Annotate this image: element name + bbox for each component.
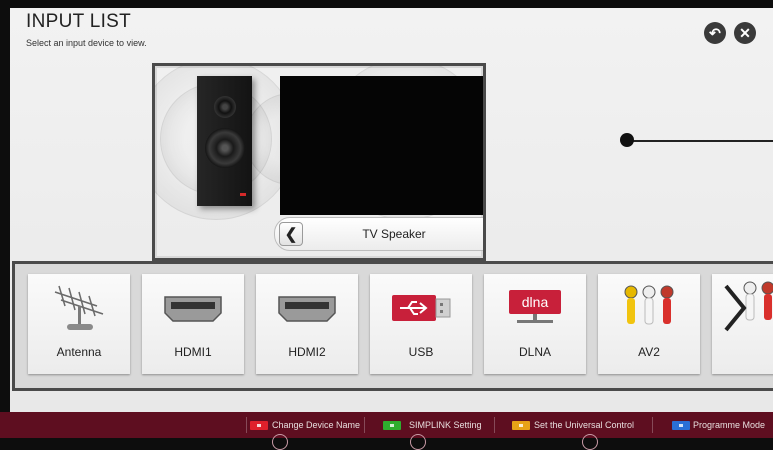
red-key-icon — [250, 420, 268, 430]
chevron-right-icon — [712, 281, 773, 334]
back-icon: ↶ — [709, 24, 721, 41]
hint-simplink-setting[interactable]: SIMPLINK Setting — [383, 420, 482, 430]
input-label-hdmi2: HDMI2 — [288, 345, 326, 359]
next-sound-output-button[interactable]: ❯ — [485, 222, 486, 246]
av-icon — [598, 282, 700, 334]
sound-output-label: TV Speaker — [362, 227, 426, 241]
input-tile-hdmi2[interactable]: HDMI2 — [256, 274, 358, 374]
sound-output-selector[interactable]: ❮ TV Speaker ❯ — [274, 217, 486, 251]
yellow-key-icon — [512, 420, 530, 430]
back-button[interactable]: ↶ — [704, 22, 726, 44]
input-label-dlna: DLNA — [518, 345, 551, 359]
hint-set-universal-control[interactable]: Set the Universal Control — [512, 420, 634, 430]
input-label-antenna: Antenna — [56, 345, 102, 359]
pointer-dot — [620, 133, 634, 147]
tv-screen — [280, 76, 483, 215]
antenna-icon — [28, 282, 130, 334]
left-speaker-icon — [197, 76, 252, 206]
close-icon: ✕ — [739, 24, 751, 41]
page-title: INPUT LIST — [26, 11, 132, 32]
usb-icon — [370, 282, 472, 334]
hdmi-icon — [256, 282, 358, 334]
color-key-hint-bar: Change Device Name SIMPLINK Setting Set … — [0, 412, 773, 450]
svg-text:dlna: dlna — [522, 294, 549, 310]
input-tile-usb[interactable]: USB — [370, 274, 472, 374]
input-label-hdmi1: HDMI1 — [174, 345, 212, 359]
input-label-av2: AV2 — [638, 345, 660, 359]
hdmi-icon — [142, 282, 244, 334]
dlna-icon: dlna — [484, 282, 586, 334]
input-tile-next-partial[interactable] — [712, 274, 773, 374]
input-list-panel: INPUT LIST Select an input device to vie… — [10, 8, 773, 412]
sound-output-preview: ❮ TV Speaker ❯ — [152, 63, 486, 261]
green-key-icon — [383, 420, 401, 430]
hint-programme-mode[interactable]: Programme Mode — [672, 420, 765, 430]
input-label-usb: USB — [408, 345, 434, 359]
blue-key-icon — [672, 420, 690, 430]
pointer-line — [627, 140, 773, 142]
page-subtitle: Select an input device to view. — [26, 38, 147, 48]
input-device-list: Antenna HDMI1 HDMI2 USB dlna DLNA AV2 — [12, 261, 773, 391]
input-tile-hdmi1[interactable]: HDMI1 — [142, 274, 244, 374]
input-tile-antenna[interactable]: Antenna — [28, 274, 130, 374]
input-tile-dlna[interactable]: dlna DLNA — [484, 274, 586, 374]
close-button[interactable]: ✕ — [734, 22, 756, 44]
hint-change-device-name[interactable]: Change Device Name — [250, 420, 360, 430]
input-tile-av2[interactable]: AV2 — [598, 274, 700, 374]
